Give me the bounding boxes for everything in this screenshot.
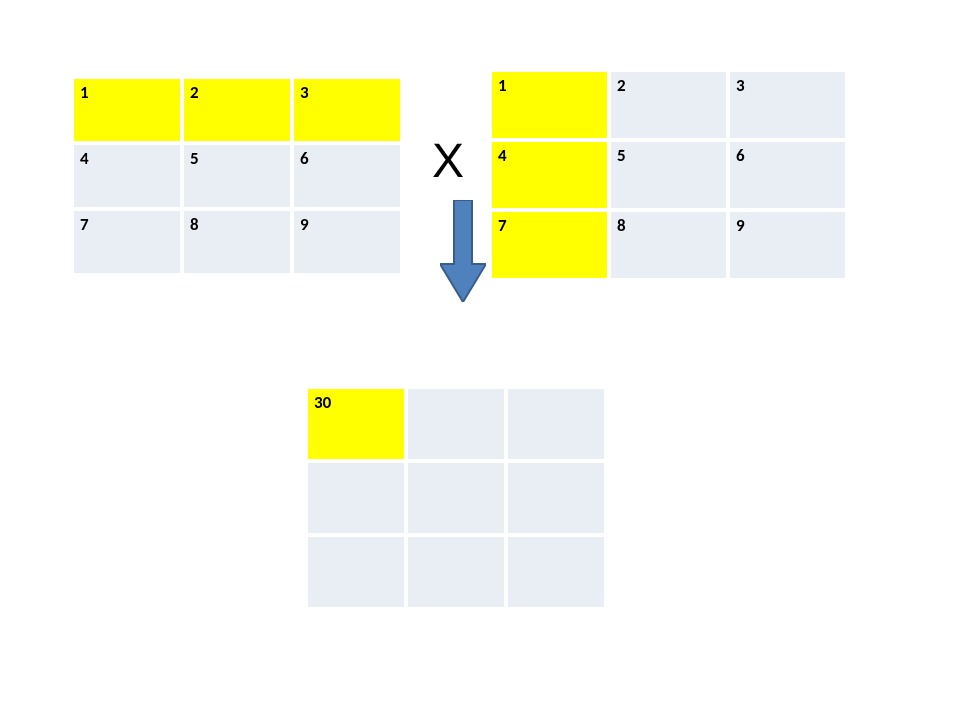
- matrix-cell: [506, 387, 606, 461]
- matrix-cell: [406, 461, 506, 535]
- matrix-cell: 1: [72, 77, 182, 143]
- matrix-cell: 3: [292, 77, 402, 143]
- matrix-cell: [306, 461, 406, 535]
- arrow-down-icon: [440, 200, 486, 302]
- matrix-cell: [506, 461, 606, 535]
- multiply-operator: X: [432, 134, 464, 189]
- matrix-cell: 3: [728, 70, 847, 140]
- matrix-cell: [506, 535, 606, 609]
- matrix-cell: [306, 535, 406, 609]
- matrix-cell: 7: [490, 210, 609, 280]
- matrix-b: 123 456 789: [490, 70, 847, 280]
- matrix-cell: 6: [728, 140, 847, 210]
- matrix-cell: 8: [609, 210, 728, 280]
- matrix-cell: 4: [490, 140, 609, 210]
- matrix-result: 30: [306, 387, 606, 609]
- matrix-cell: [406, 535, 506, 609]
- matrix-cell: 5: [182, 143, 292, 209]
- matrix-cell: 2: [609, 70, 728, 140]
- matrix-cell: 8: [182, 209, 292, 275]
- matrix-cell: 6: [292, 143, 402, 209]
- matrix-cell: 7: [72, 209, 182, 275]
- matrix-cell: 9: [728, 210, 847, 280]
- matrix-cell: 5: [609, 140, 728, 210]
- matrix-cell: 1: [490, 70, 609, 140]
- matrix-a: 123 456 789: [72, 77, 402, 275]
- matrix-cell: 30: [306, 387, 406, 461]
- matrix-cell: [406, 387, 506, 461]
- matrix-cell: 2: [182, 77, 292, 143]
- matrix-cell: 9: [292, 209, 402, 275]
- matrix-cell: 4: [72, 143, 182, 209]
